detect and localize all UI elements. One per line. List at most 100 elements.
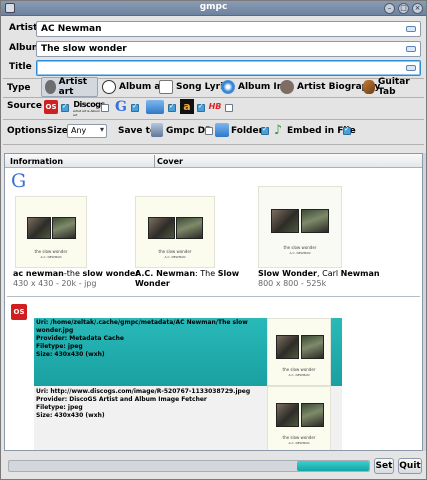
amazon-checkbox[interactable]: [197, 102, 205, 112]
art-artist: A.C. NEWMAN: [289, 251, 311, 255]
caption-size: 800 x 800 - 525k: [258, 279, 327, 288]
window-title: gmpc: [199, 2, 228, 12]
art-title: the slow wonder: [282, 367, 316, 372]
maximize-icon[interactable]: □: [398, 3, 409, 14]
clear-icon[interactable]: [406, 26, 416, 32]
column-information[interactable]: Information: [10, 157, 63, 166]
clear-icon[interactable]: [406, 46, 416, 52]
art-artist: A.C. NEWMAN: [40, 255, 62, 259]
album-art-thumbnail[interactable]: the slow wonder A.C. NEWMAN: [258, 186, 342, 268]
guitar-icon: [363, 80, 376, 94]
lastfm-icon[interactable]: OS: [44, 100, 58, 114]
entry-provider: Provider: Metadata Cache: [36, 335, 124, 342]
tab-label: Guitar Tab: [378, 77, 410, 97]
caption-artist: A.C. Newman: [135, 269, 196, 278]
scrollbar[interactable]: [423, 153, 426, 451]
music-note-icon: ♪: [273, 122, 283, 138]
column-cover[interactable]: Cover: [157, 157, 183, 166]
result-caption: ac newman-the slow wonder 430 x 430 - 20…: [13, 269, 141, 289]
google-checkbox[interactable]: [131, 102, 139, 112]
main-window: gmpc – □ × Artist AC Newman Album The sl…: [0, 0, 427, 480]
album-art-thumbnail[interactable]: the slow wonder A.C. NEWMAN: [135, 196, 215, 268]
set-button[interactable]: Set: [374, 458, 394, 474]
tab-guitar-tab[interactable]: Guitar Tab: [360, 77, 426, 97]
album-field[interactable]: The slow wonder: [36, 41, 421, 57]
art-title: the slow wonder: [34, 249, 68, 254]
entry-size: Size: 430x430 (wxh): [36, 351, 105, 358]
folder-icon: [215, 123, 229, 137]
caption-artist: ac newman: [13, 269, 64, 278]
caption-album: Slow Wonder: [258, 269, 318, 278]
close-icon[interactable]: ×: [412, 3, 423, 14]
title-bar[interactable]: gmpc – □ ×: [1, 1, 426, 16]
disc-icon: [221, 80, 235, 94]
progress-fill: [297, 461, 369, 471]
folder-label: Folder: [231, 126, 264, 136]
progress-bar: [8, 460, 370, 472]
title-field[interactable]: [36, 60, 421, 76]
amazon-icon[interactable]: a: [180, 99, 194, 114]
options-label: Options: [7, 126, 47, 136]
tab-artist-art[interactable]: Artist art: [41, 77, 98, 97]
discogs-checkbox[interactable]: [101, 104, 109, 112]
art-photo-right: [176, 217, 203, 239]
album-art-thumbnail[interactable]: the slow wonder A.C. NEWMAN: [267, 386, 331, 450]
art-photo-left: [276, 335, 299, 359]
art-photo-right: [301, 335, 324, 359]
caption-album: slow wonder: [82, 269, 140, 278]
art-photo-right: [301, 403, 324, 427]
entry-info: Uri: http://www.discogs.com/image/R-5207…: [36, 388, 266, 420]
art-photo-right: [301, 209, 329, 233]
art-photo-left: [276, 403, 299, 427]
caption-mid: -the: [63, 269, 83, 278]
entry-info: Uri: /home/zeltak/.cache/gmpc/metadata/A…: [36, 319, 266, 359]
folder-source-checkbox[interactable]: [168, 102, 176, 112]
lastfm-result-icon: OS: [11, 304, 27, 320]
type-label: Type: [7, 83, 31, 93]
lastfm-checkbox[interactable]: [61, 102, 69, 112]
art-title: the slow wonder: [158, 249, 192, 254]
quit-button[interactable]: Quit: [398, 458, 422, 474]
art-title: the slow wonder: [283, 245, 317, 250]
column-separator: [154, 155, 155, 168]
embed-checkbox[interactable]: [343, 125, 351, 135]
htbackdrops-checkbox[interactable]: [225, 104, 233, 112]
artist-label: Artist: [9, 23, 38, 33]
caption-artist: Newman: [340, 269, 380, 278]
size-label: Size: [47, 126, 68, 136]
results-list[interactable]: Information Cover G the slow wonder A.C.…: [4, 153, 423, 451]
google-result-icon: G: [11, 170, 27, 192]
entry-provider: Provider: DiscoGS Artist and Album Image…: [36, 396, 207, 403]
art-artist: A.C. NEWMAN: [288, 373, 310, 377]
artist-value: AC Newman: [41, 24, 102, 34]
person-icon: [280, 80, 294, 94]
artist-field[interactable]: AC Newman: [36, 21, 421, 37]
album-art-thumbnail[interactable]: the slow wonder A.C. NEWMAN: [267, 318, 331, 386]
art-photo-left: [148, 217, 175, 239]
minimize-icon[interactable]: –: [384, 3, 395, 14]
art-artist: A.C. NEWMAN: [164, 255, 186, 259]
caption-mid: : The: [195, 269, 218, 278]
entry-uri: Uri: http://www.discogs.com/image/R-5207…: [36, 388, 251, 395]
separator: [3, 119, 424, 120]
art-artist: A.C. NEWMAN: [288, 441, 310, 445]
htbackdrops-icon[interactable]: HB: [207, 100, 223, 112]
size-select[interactable]: Any: [67, 124, 107, 138]
separator: [3, 97, 424, 98]
caption-size: 430 x 430 - 20k - jpg: [13, 279, 97, 288]
folder-icon[interactable]: [146, 100, 164, 114]
result-caption: A.C. Newman: The Slow Wonder: [135, 269, 253, 289]
entry-filetype: Filetype: jpeg: [36, 404, 83, 411]
entry-uri: Uri: /home/zeltak/.cache/gmpc/metadata/A…: [36, 319, 248, 334]
google-icon[interactable]: G: [114, 99, 128, 115]
title-label: Title: [9, 62, 32, 72]
art-photo-left: [271, 209, 299, 233]
clear-icon[interactable]: [406, 65, 416, 71]
folder-checkbox[interactable]: [261, 125, 269, 135]
album-art-thumbnail[interactable]: the slow wonder A.C. NEWMAN: [15, 196, 87, 268]
document-icon: [159, 80, 173, 94]
art-photo-left: [27, 217, 51, 239]
list-header: [5, 154, 422, 168]
gmpc-db-checkbox[interactable]: [205, 127, 213, 135]
entry-size: Size: 430x430 (wxh): [36, 412, 105, 419]
